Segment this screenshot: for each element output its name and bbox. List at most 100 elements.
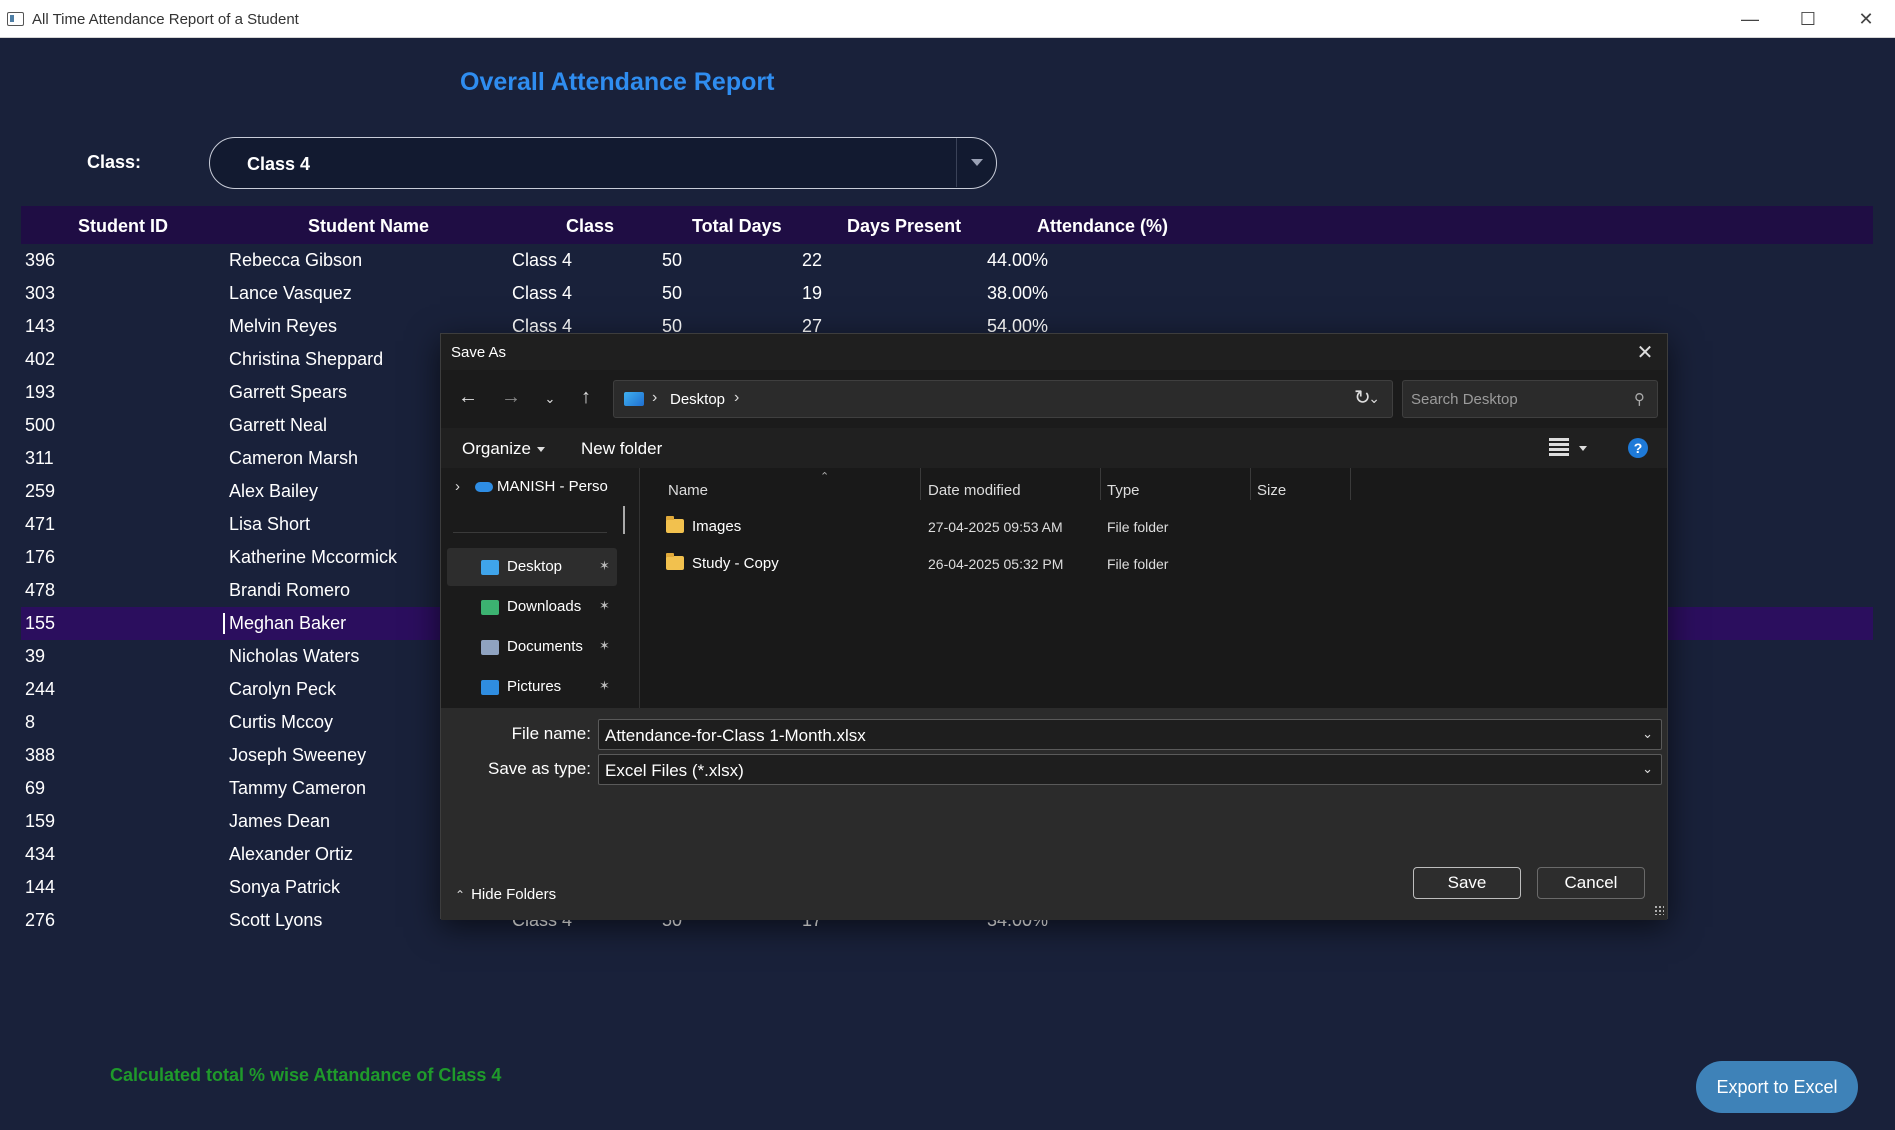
pin-icon[interactable]: ✶: [599, 638, 610, 654]
help-icon[interactable]: ?: [1628, 438, 1648, 458]
cell-student-name: Christina Sheppard: [229, 349, 384, 369]
hide-folders-button[interactable]: ⌃ Hide Folders: [455, 886, 556, 903]
expand-chevron-icon[interactable]: ›: [455, 478, 469, 495]
organize-label: Organize: [462, 439, 531, 458]
cell-student-id: 311: [25, 448, 54, 468]
cell-total-days: 50: [662, 250, 683, 270]
forward-arrow-icon[interactable]: →: [498, 386, 524, 409]
col-student-name: Student Name: [308, 216, 430, 236]
attendance-summary: Calculated total % wise Attandance of Cl…: [110, 1065, 502, 1085]
column-separator[interactable]: [1250, 468, 1251, 500]
nav-item-onedrive[interactable]: › MANISH - Perso: [455, 478, 608, 495]
onedrive-cloud-icon: [475, 482, 493, 493]
column-separator[interactable]: [1350, 468, 1351, 500]
chevron-down-icon[interactable]: [956, 138, 996, 187]
col-attendance: Attendance (%): [1037, 216, 1169, 236]
cell-student-name: Nicholas Waters: [229, 646, 360, 666]
pin-icon[interactable]: ✶: [599, 558, 610, 574]
cell-student-name: Katherine Mccormick: [229, 547, 398, 567]
search-box[interactable]: ⚲: [1402, 380, 1658, 418]
organize-button[interactable]: Organize: [462, 439, 545, 459]
file-name-dropdown-icon[interactable]: ⌄: [1642, 726, 1653, 742]
class-select[interactable]: Class 4: [209, 137, 997, 189]
back-arrow-icon[interactable]: ←: [455, 386, 481, 409]
cell-class: Class 4: [512, 283, 573, 303]
save-as-type-select[interactable]: Excel Files (*.xlsx) ⌄: [598, 754, 1662, 785]
file-row[interactable]: Study - Copy 26-04-2025 05:32 PM File fold…: [640, 549, 1667, 579]
cell-student-name: Sonya Patrick: [229, 877, 341, 897]
cell-student-id: 388: [25, 745, 56, 765]
dialog-title: Save As: [451, 344, 507, 361]
cell-student-id: 434: [25, 844, 56, 864]
pin-icon[interactable]: ✶: [599, 678, 610, 694]
maximize-icon[interactable]: ☐: [1779, 0, 1837, 38]
column-date-modified[interactable]: Date modified: [928, 482, 1021, 499]
resize-grip[interactable]: [1654, 905, 1664, 915]
onedrive-label: MANISH - Perso: [497, 478, 608, 495]
folder-icon: [666, 553, 684, 570]
cell-student-id: 478: [25, 580, 56, 600]
file-name: Study - Copy: [692, 555, 779, 572]
nav-item-pictures[interactable]: Pictures ✶: [447, 668, 617, 706]
pin-icon[interactable]: ✶: [599, 598, 610, 614]
view-options-caret-icon[interactable]: [1579, 446, 1587, 451]
cell-student-name: Garrett Spears: [229, 382, 348, 402]
cell-days-present: 22: [802, 250, 823, 270]
cell-class: Class 4: [512, 250, 573, 270]
nav-item-label: Documents: [507, 638, 583, 655]
nav-item-downloads[interactable]: Downloads ✶: [447, 588, 617, 626]
cell-attendance: 44.00%: [987, 250, 1049, 270]
minimize-icon[interactable]: —: [1721, 0, 1779, 38]
column-type[interactable]: Type: [1107, 482, 1140, 499]
document-icon: [481, 640, 499, 655]
refresh-icon[interactable]: ↻: [1354, 385, 1371, 410]
breadcrumb-desktop[interactable]: Desktop: [670, 391, 725, 408]
export-to-excel-button[interactable]: Export to Excel: [1696, 1061, 1858, 1113]
close-icon[interactable]: ✕: [1837, 0, 1895, 38]
file-name: Images: [692, 518, 742, 535]
table-row[interactable]: 303 Lance Vasquez Class 4 50 19 38.00%: [21, 277, 1873, 310]
nav-scrollbar[interactable]: [623, 506, 625, 534]
file-name-field[interactable]: Attendance-for-Class 1-Month.xlsx ⌄: [598, 719, 1662, 750]
search-input[interactable]: [1411, 389, 1611, 409]
column-separator[interactable]: [920, 468, 921, 500]
new-folder-button[interactable]: New folder: [581, 439, 662, 459]
col-class: Class: [566, 216, 615, 236]
column-name[interactable]: Name: [668, 482, 708, 499]
table-row[interactable]: 396 Rebecca Gibson Class 4 50 22 44.00%: [21, 244, 1873, 277]
cell-student-id: 259: [25, 481, 56, 501]
column-size[interactable]: Size: [1257, 482, 1286, 499]
view-options-icon[interactable]: [1549, 438, 1569, 456]
save-button[interactable]: Save: [1413, 867, 1521, 899]
file-type: File folder: [1107, 519, 1169, 535]
col-days-present: Days Present: [847, 216, 962, 236]
report-title: Overall Attendance Report: [460, 68, 775, 96]
file-name-value[interactable]: Attendance-for-Class 1-Month.xlsx: [605, 726, 866, 746]
cell-student-name: Tammy Cameron: [229, 778, 367, 798]
cancel-button[interactable]: Cancel: [1537, 867, 1645, 899]
nav-divider: [453, 532, 607, 533]
recent-locations-chevron-icon[interactable]: ⌄: [537, 391, 563, 407]
up-arrow-icon[interactable]: ↑: [573, 386, 599, 409]
dialog-close-icon[interactable]: ✕: [1631, 338, 1659, 366]
cell-student-name: Curtis Mccoy: [229, 712, 334, 732]
nav-item-desktop[interactable]: Desktop ✶: [447, 548, 617, 586]
nav-item-documents[interactable]: Documents ✶: [447, 628, 617, 666]
cell-student-id: 69: [25, 778, 46, 798]
cell-student-name: Scott Lyons: [229, 910, 323, 930]
save-as-type-dropdown-icon[interactable]: ⌄: [1642, 761, 1653, 777]
cell-total-days: 50: [662, 283, 683, 303]
address-bar[interactable]: › Desktop › ⌄: [613, 380, 1393, 418]
cell-student-name: Lance Vasquez: [229, 283, 352, 303]
breadcrumb-separator-icon[interactable]: ›: [734, 389, 739, 407]
cell-student-id: 402: [25, 349, 56, 369]
file-row[interactable]: Images 27-04-2025 09:53 AM File folder: [640, 512, 1667, 542]
search-icon[interactable]: ⚲: [1634, 390, 1645, 408]
column-separator[interactable]: [1100, 468, 1101, 500]
cell-student-id: 155: [25, 613, 56, 633]
cell-student-id: 396: [25, 250, 56, 270]
cell-student-id: 143: [25, 316, 56, 336]
breadcrumb-separator-icon[interactable]: ›: [652, 389, 657, 407]
desktop-location-icon: [624, 392, 644, 406]
file-list: ⌃ Name Date modified Type Size Images 27-…: [640, 468, 1667, 708]
